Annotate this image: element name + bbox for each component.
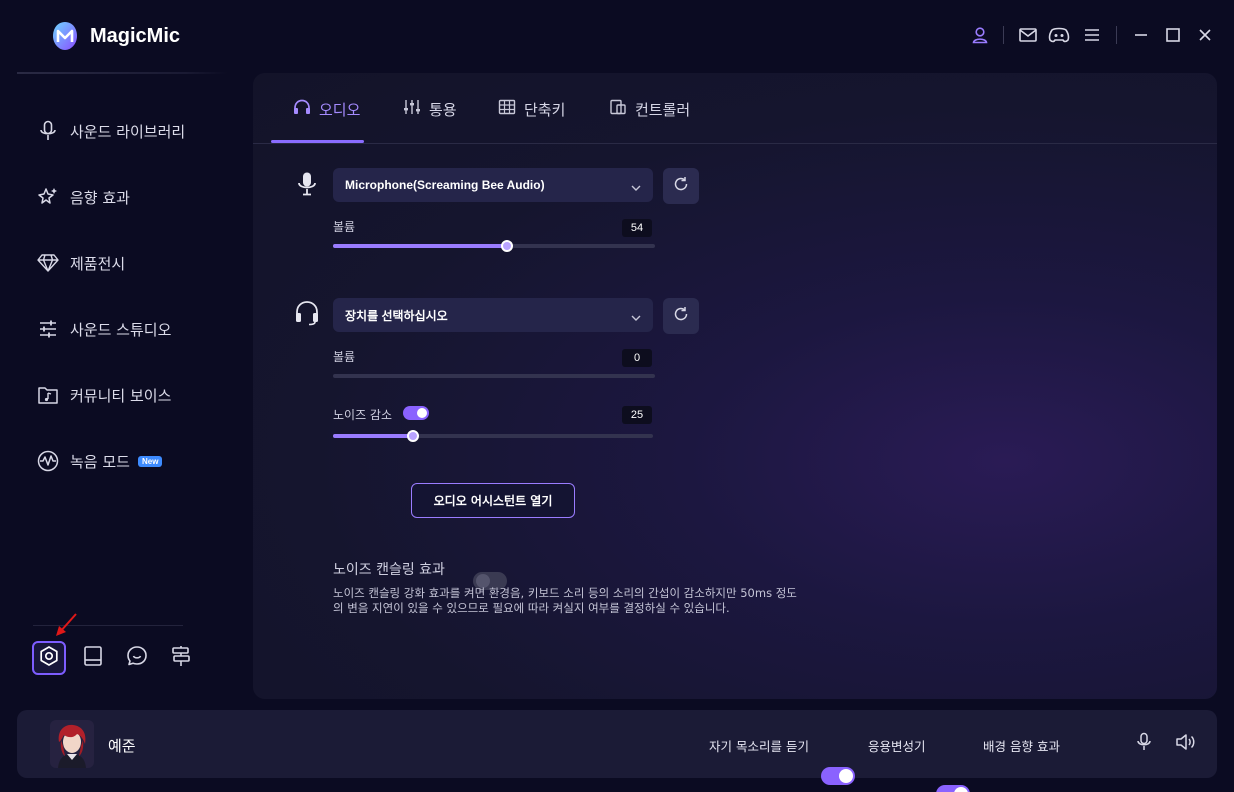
new-badge: New xyxy=(137,455,163,467)
hear-myself-toggle[interactable] xyxy=(821,767,855,785)
mic-volume-value: 54 xyxy=(622,219,652,237)
speaker-icon xyxy=(1175,733,1195,755)
slider-knob[interactable] xyxy=(500,240,513,252)
noise-cancel-title: 노이즈 캔슬링 효과 xyxy=(333,562,445,578)
noise-reduction-toggle[interactable] xyxy=(403,406,429,420)
equalizer-icon xyxy=(403,99,421,119)
tutorial-button[interactable] xyxy=(164,641,198,675)
tab-label: 단축키 xyxy=(524,100,566,119)
microphone-device-select[interactable]: Microphone(Screaming Bee Audio) xyxy=(333,168,653,202)
output-volume-label: 볼륨 xyxy=(333,350,356,364)
tab-general[interactable]: 통용 xyxy=(403,96,457,122)
toggle-knob xyxy=(839,769,853,783)
diamond-icon xyxy=(36,251,60,275)
settings-button[interactable] xyxy=(32,641,66,675)
sidebar-item-recording-mode[interactable]: 녹음 모드 New xyxy=(36,446,163,476)
feedback-button[interactable] xyxy=(120,641,154,675)
noise-reduction-value: 25 xyxy=(622,406,652,424)
mail-icon[interactable] xyxy=(1017,24,1039,46)
slider-knob[interactable] xyxy=(407,430,419,442)
titlebar-separator xyxy=(1116,26,1117,44)
hear-myself-label: 자기 목소리를 듣기 xyxy=(709,739,809,754)
sidebar-item-label: 녹음 모드 xyxy=(70,452,130,471)
sidebar-item-sound-studio[interactable]: 사운드 스튜디오 xyxy=(36,314,171,344)
controller-icon xyxy=(609,99,627,119)
keyboard-grid-icon xyxy=(498,99,516,119)
avatar[interactable] xyxy=(50,720,94,768)
headset-icon xyxy=(294,299,320,327)
tab-controller[interactable]: 컨트롤러 xyxy=(609,96,690,122)
tab-audio[interactable]: 오디오 xyxy=(293,96,360,122)
mic-volume-label: 볼륨 xyxy=(333,220,356,234)
music-folder-icon xyxy=(36,383,60,407)
sidebar-item-showcase[interactable]: 제품전시 xyxy=(36,248,125,278)
sparkle-star-icon xyxy=(36,185,60,209)
menu-icon[interactable] xyxy=(1081,24,1103,46)
tab-shortcuts[interactable]: 단축키 xyxy=(498,96,565,122)
headphones-icon xyxy=(293,99,311,119)
output-refresh-button[interactable] xyxy=(663,298,699,334)
minimize-icon[interactable] xyxy=(1130,24,1152,46)
toggle-knob xyxy=(417,408,427,418)
guide-button[interactable] xyxy=(76,641,110,675)
output-volume-value: 0 xyxy=(622,349,652,367)
output-device-select[interactable]: 장치를 선택하십시오 xyxy=(333,298,653,332)
sidebar-item-sound-effects[interactable]: 음향 효과 xyxy=(36,182,130,212)
open-audio-assistant-button[interactable]: 오디오 어시스턴트 열기 xyxy=(411,483,575,518)
sidebar-item-label: 커뮤니티 보이스 xyxy=(70,386,172,405)
sidebar-item-sound-library[interactable]: 사운드 라이브러리 xyxy=(36,116,185,146)
titlebar-separator xyxy=(1003,26,1004,44)
user-account-icon[interactable] xyxy=(969,24,991,46)
magicmic-logo xyxy=(50,20,80,52)
red-arrow-annotation xyxy=(56,613,77,636)
sidebar-item-label: 사운드 스튜디오 xyxy=(70,320,172,339)
noise-reduction-slider[interactable] xyxy=(333,430,653,442)
sidebar-divider xyxy=(17,72,227,74)
slider-fill xyxy=(333,434,413,438)
chevron-down-icon xyxy=(631,176,641,195)
voice-changer-toggle[interactable] xyxy=(936,785,970,792)
tab-label: 오디오 xyxy=(319,100,361,119)
noise-cancel-description: 노이즈 캔슬링 강화 효과를 켜면 환경음, 키보드 소리 등의 소리의 간섭이… xyxy=(333,586,797,615)
signpost-icon xyxy=(171,645,191,671)
microphone-icon xyxy=(36,119,60,143)
noise-reduction-label: 노이즈 감소 xyxy=(333,408,393,422)
microphone-icon xyxy=(1136,732,1152,756)
toggle-knob xyxy=(954,787,968,792)
book-icon xyxy=(83,645,103,671)
sidebar-item-label: 사운드 라이브러리 xyxy=(70,122,186,141)
tab-label: 컨트롤러 xyxy=(635,100,691,119)
background-effect-label: 배경 음향 효과 xyxy=(983,739,1060,754)
waveform-icon xyxy=(36,449,60,473)
discord-icon[interactable] xyxy=(1048,24,1070,46)
close-icon[interactable] xyxy=(1194,24,1216,46)
mic-volume-slider[interactable] xyxy=(333,240,655,252)
chevron-down-icon xyxy=(631,306,641,325)
sliders-icon xyxy=(36,317,60,341)
output-volume-slider[interactable] xyxy=(333,374,655,378)
slider-fill xyxy=(333,244,507,248)
refresh-icon xyxy=(673,306,689,326)
select-value: Microphone(Screaming Bee Audio) xyxy=(345,178,545,192)
username: 예준 xyxy=(108,737,136,755)
refresh-icon xyxy=(673,176,689,196)
sidebar-item-label: 음향 효과 xyxy=(70,188,130,207)
app-title: MagicMic xyxy=(90,25,181,47)
chat-icon xyxy=(126,645,148,671)
sidebar-item-label: 제품전시 xyxy=(70,254,126,273)
microphone-icon xyxy=(294,170,320,198)
speaker-mute-button[interactable] xyxy=(1174,733,1196,755)
microphone-refresh-button[interactable] xyxy=(663,168,699,204)
tab-label: 통용 xyxy=(429,100,457,119)
select-value: 장치를 선택하십시오 xyxy=(345,308,448,323)
tab-divider xyxy=(253,143,1217,144)
settings-icon xyxy=(38,645,60,671)
voice-changer-label: 응용변성기 xyxy=(868,739,926,754)
sidebar-item-community-voice[interactable]: 커뮤니티 보이스 xyxy=(36,380,171,410)
maximize-icon[interactable] xyxy=(1162,24,1184,46)
microphone-mute-button[interactable] xyxy=(1133,732,1155,756)
